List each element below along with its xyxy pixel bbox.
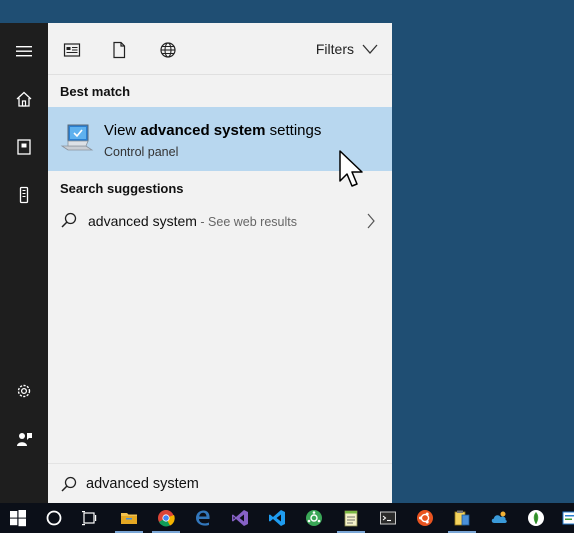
visual-studio-icon — [232, 510, 248, 526]
best-match-title-suffix: settings — [265, 122, 322, 139]
chevron-right-icon — [367, 213, 375, 229]
tab-apps[interactable] — [57, 35, 87, 65]
taskbar-vscode[interactable] — [259, 503, 295, 533]
taskbar-chrome[interactable] — [148, 503, 184, 533]
taskbar-notepad[interactable] — [333, 503, 369, 533]
taskbar-terminal[interactable] — [370, 503, 406, 533]
notepad-icon — [344, 510, 358, 527]
terminal-icon — [380, 511, 396, 525]
notebook-button[interactable] — [0, 123, 48, 171]
home-button[interactable] — [0, 75, 48, 123]
start-button[interactable] — [0, 503, 36, 533]
notebook-icon — [17, 139, 31, 155]
device-icon — [19, 186, 29, 204]
taskbar-app-tools[interactable] — [444, 503, 480, 533]
taskbar-file-explorer[interactable] — [111, 503, 147, 533]
gear-icon — [17, 384, 31, 398]
task-view-icon — [82, 511, 97, 526]
web-suggestion-item[interactable]: advanced system - See web results — [48, 207, 392, 237]
filters-label: Filters — [315, 41, 354, 57]
taskbar — [0, 503, 574, 533]
taskbar-app-green[interactable] — [296, 503, 332, 533]
hamburger-icon — [16, 46, 32, 57]
suggestion-hint: - See web results — [196, 215, 297, 229]
search-input[interactable] — [86, 473, 376, 495]
system-settings-icon — [60, 124, 94, 151]
cortana-icon — [46, 510, 62, 526]
search-icon — [61, 476, 77, 492]
feedback-button[interactable] — [0, 415, 48, 463]
tab-documents[interactable] — [104, 35, 134, 65]
task-view-button[interactable] — [72, 503, 108, 533]
search-panel: Filters Best match View advanced system … — [48, 23, 392, 503]
device-button[interactable] — [0, 171, 48, 219]
filters-button[interactable]: Filters — [316, 41, 378, 57]
best-match-title-bold: advanced system — [140, 122, 266, 139]
best-match-title-prefix: View — [104, 122, 141, 139]
feedback-icon — [17, 433, 32, 446]
ubuntu-icon — [417, 510, 433, 526]
suggestions-heading: Search suggestions — [60, 181, 184, 196]
best-match-heading: Best match — [60, 84, 131, 99]
vscode-icon — [269, 510, 285, 526]
app-edge-icon — [562, 511, 574, 525]
app-tools-icon — [454, 510, 470, 526]
mouse-cursor-icon — [339, 150, 363, 187]
taskbar-edge[interactable] — [185, 503, 221, 533]
best-match-title: View advanced system settings — [104, 122, 321, 139]
tab-web[interactable] — [153, 35, 183, 65]
taskbar-app-leaf[interactable] — [518, 503, 554, 533]
apps-icon — [63, 43, 81, 57]
file-explorer-icon — [121, 513, 137, 524]
web-icon — [160, 42, 176, 58]
cortana-button[interactable] — [36, 503, 72, 533]
home-icon — [16, 91, 32, 107]
app-green-icon — [306, 510, 322, 526]
results-list: Best match View advanced system settings… — [48, 75, 392, 463]
chevron-down-icon — [362, 44, 378, 54]
taskbar-ubuntu[interactable] — [407, 503, 443, 533]
search-icon — [61, 212, 77, 228]
chrome-icon — [158, 510, 175, 527]
suggestion-query: advanced system — [88, 213, 197, 229]
settings-button[interactable] — [0, 367, 48, 415]
panel-header: Filters — [48, 23, 392, 75]
taskbar-visual-studio[interactable] — [222, 503, 258, 533]
taskbar-app-edge[interactable] — [552, 503, 574, 533]
taskbar-app-cloud[interactable] — [481, 503, 517, 533]
windows-start-icon — [10, 510, 26, 527]
edge-icon — [196, 510, 210, 526]
best-match-subtitle: Control panel — [104, 145, 179, 159]
suggestion-text: advanced system - See web results — [88, 213, 297, 229]
app-leaf-icon — [528, 510, 544, 526]
documents-icon — [113, 41, 126, 59]
app-cloud-icon — [491, 511, 507, 523]
search-box[interactable] — [48, 463, 392, 503]
start-rail — [0, 23, 48, 503]
hamburger-menu-button[interactable] — [0, 27, 48, 75]
